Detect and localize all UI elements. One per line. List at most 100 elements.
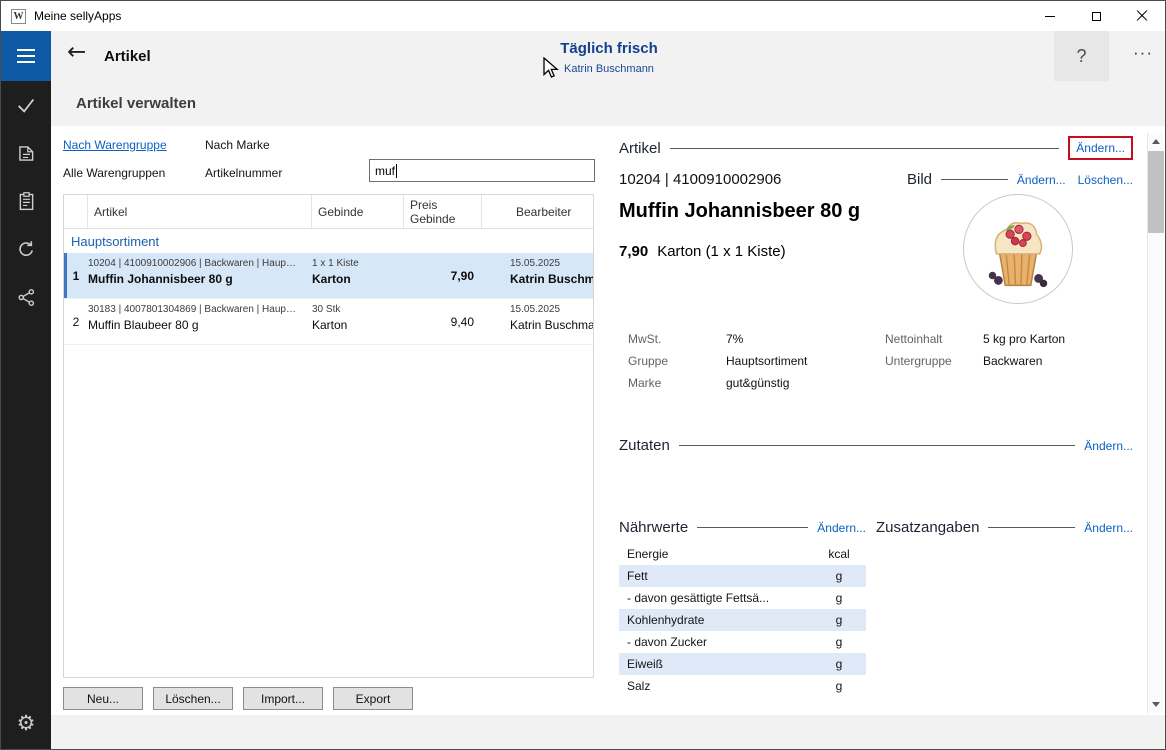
article-section-title: Artikel — [619, 140, 661, 157]
row-editor: Katrin Buschmann — [510, 272, 593, 286]
help-icon: ? — [1076, 46, 1086, 67]
row-bundle: Karton — [312, 272, 404, 286]
nutrition-row: Kohlenhydrate g — [619, 609, 866, 631]
field-value: Backwaren — [983, 354, 1042, 368]
article-change-highlight: Ändern... — [1068, 136, 1133, 160]
field-label: Gruppe — [628, 354, 668, 368]
row-article-name: Muffin Blaubeer 80 g — [88, 318, 312, 332]
new-button[interactable]: Neu... — [63, 687, 143, 710]
clipboard-icon — [16, 191, 37, 212]
sidebar-item-articles[interactable] — [1, 177, 51, 225]
group-filter-value[interactable]: Alle Warengruppen — [63, 166, 165, 180]
hamburger-icon — [17, 49, 35, 51]
minimize-icon — [1045, 16, 1055, 17]
chevron-up-icon — [1152, 139, 1160, 144]
additional-title: Zusatzangaben — [876, 519, 979, 536]
export-button[interactable]: Export — [333, 687, 413, 710]
row-price: 9,40 — [451, 315, 474, 329]
article-table: Artikel Gebinde Preis Gebinde Bearbeiter… — [63, 194, 594, 678]
article-id: 10204 | 4100910002906 — [619, 171, 781, 188]
row-number: 2 — [64, 299, 88, 344]
section-title: Artikel verwalten — [76, 95, 196, 112]
header-article[interactable]: Artikel — [88, 195, 312, 228]
share-icon — [16, 287, 37, 308]
sidebar-item-share[interactable] — [1, 273, 51, 321]
more-icon: ··· — [1133, 43, 1153, 62]
row-number: 1 — [64, 253, 88, 298]
field-label: Marke — [628, 376, 661, 390]
row-bundle: Karton — [312, 318, 404, 332]
filter-by-brand-link[interactable]: Nach Marke — [205, 138, 270, 152]
import-button[interactable]: Import... — [243, 687, 323, 710]
sidebar-item-tasks[interactable] — [1, 81, 51, 129]
close-button[interactable] — [1119, 1, 1165, 31]
user-name: Katrin Buschmann — [51, 63, 1166, 75]
row-bundle-meta: 30 Stk — [312, 304, 404, 315]
article-change-link[interactable]: Ändern... — [1076, 141, 1125, 155]
app-icon: W — [11, 9, 26, 24]
sidebar-item-sync[interactable] — [1, 225, 51, 273]
window-controls — [1027, 1, 1165, 31]
image-section-title: Bild — [907, 171, 932, 188]
scroll-down-button[interactable] — [1148, 696, 1164, 713]
vertical-scrollbar[interactable] — [1147, 133, 1164, 713]
article-section-header: Artikel Ändern... — [619, 136, 1133, 160]
field-value: gut&günstig — [726, 376, 789, 390]
image-section-header: Bild Ändern... Löschen... — [907, 171, 1133, 188]
more-button[interactable]: ··· — [1133, 43, 1153, 63]
divider-line — [941, 179, 1008, 180]
header-bundle[interactable]: Gebinde — [312, 195, 404, 228]
image-delete-link[interactable]: Löschen... — [1078, 173, 1133, 187]
divider-line — [988, 527, 1075, 528]
settings-button[interactable]: ⚙ — [1, 703, 51, 743]
header-editor[interactable]: Bearbeiter — [482, 195, 593, 228]
scrollbar-thumb[interactable] — [1148, 151, 1164, 233]
filter-by-group-link[interactable]: Nach Warengruppe — [63, 138, 167, 152]
nutrition-table: Energie kcal Fett g - davon gesättigte F… — [619, 543, 866, 697]
field-label: MwSt. — [628, 332, 661, 346]
scroll-up-button[interactable] — [1148, 133, 1164, 150]
header-price[interactable]: Preis Gebinde — [404, 195, 482, 228]
field-value: 7% — [726, 332, 743, 346]
article-price-unit: Karton (1 x 1 Kiste) — [657, 243, 785, 260]
window-title: Meine sellyApps — [34, 9, 121, 23]
maximize-icon — [1092, 12, 1101, 21]
maximize-button[interactable] — [1073, 1, 1119, 31]
table-row[interactable]: 2 30183 | 4007801304869 | Backwaren | Ha… — [64, 299, 593, 345]
nutrition-row: Salz g — [619, 675, 866, 697]
row-editor: Katrin Buschmann — [510, 318, 593, 332]
table-row[interactable]: 1 10204 | 4100910002906 | Backwaren | Ha… — [64, 253, 593, 299]
additional-change-link[interactable]: Ändern... — [1084, 521, 1133, 535]
ingredients-title: Zutaten — [619, 437, 670, 454]
list-actions: Neu... Löschen... Import... Export — [63, 687, 423, 710]
muffin-illustration — [964, 195, 1072, 303]
nutrition-row: Fett g — [619, 565, 866, 587]
nutrition-change-link[interactable]: Ändern... — [817, 521, 866, 535]
divider-line — [697, 527, 808, 528]
sidebar-item-catalog[interactable] — [1, 129, 51, 177]
nutrition-row: Eiweiß g — [619, 653, 866, 675]
search-input-value: muf — [375, 164, 395, 178]
main-content: Nach Warengruppe Nach Marke Alle Warengr… — [51, 126, 1147, 715]
row-price: 7,90 — [451, 269, 474, 283]
nutrition-row: Energie kcal — [619, 543, 866, 565]
close-icon — [1136, 10, 1148, 22]
article-number-label: Artikelnummer — [205, 166, 282, 180]
ingredients-change-link[interactable]: Ändern... — [1084, 439, 1133, 453]
row-date: 15.05.2025 — [510, 304, 593, 315]
row-article-name: Muffin Johannisbeer 80 g — [88, 272, 312, 286]
minimize-button[interactable] — [1027, 1, 1073, 31]
ingredients-section-header: Zutaten Ändern... — [619, 437, 1133, 454]
delete-button[interactable]: Löschen... — [153, 687, 233, 710]
field-value: Hauptsortiment — [726, 354, 807, 368]
image-change-link[interactable]: Ändern... — [1017, 173, 1066, 187]
help-button[interactable]: ? — [1054, 31, 1109, 81]
book-icon — [16, 143, 37, 164]
divider-line — [670, 148, 1060, 149]
divider-line — [679, 445, 1075, 446]
article-search-input[interactable]: muf — [369, 159, 595, 182]
field-value: 5 kg pro Karton — [983, 332, 1065, 346]
menu-button[interactable] — [1, 31, 51, 81]
gear-icon: ⚙ — [17, 713, 36, 734]
group-header-row[interactable]: Hauptsortiment — [64, 229, 593, 253]
